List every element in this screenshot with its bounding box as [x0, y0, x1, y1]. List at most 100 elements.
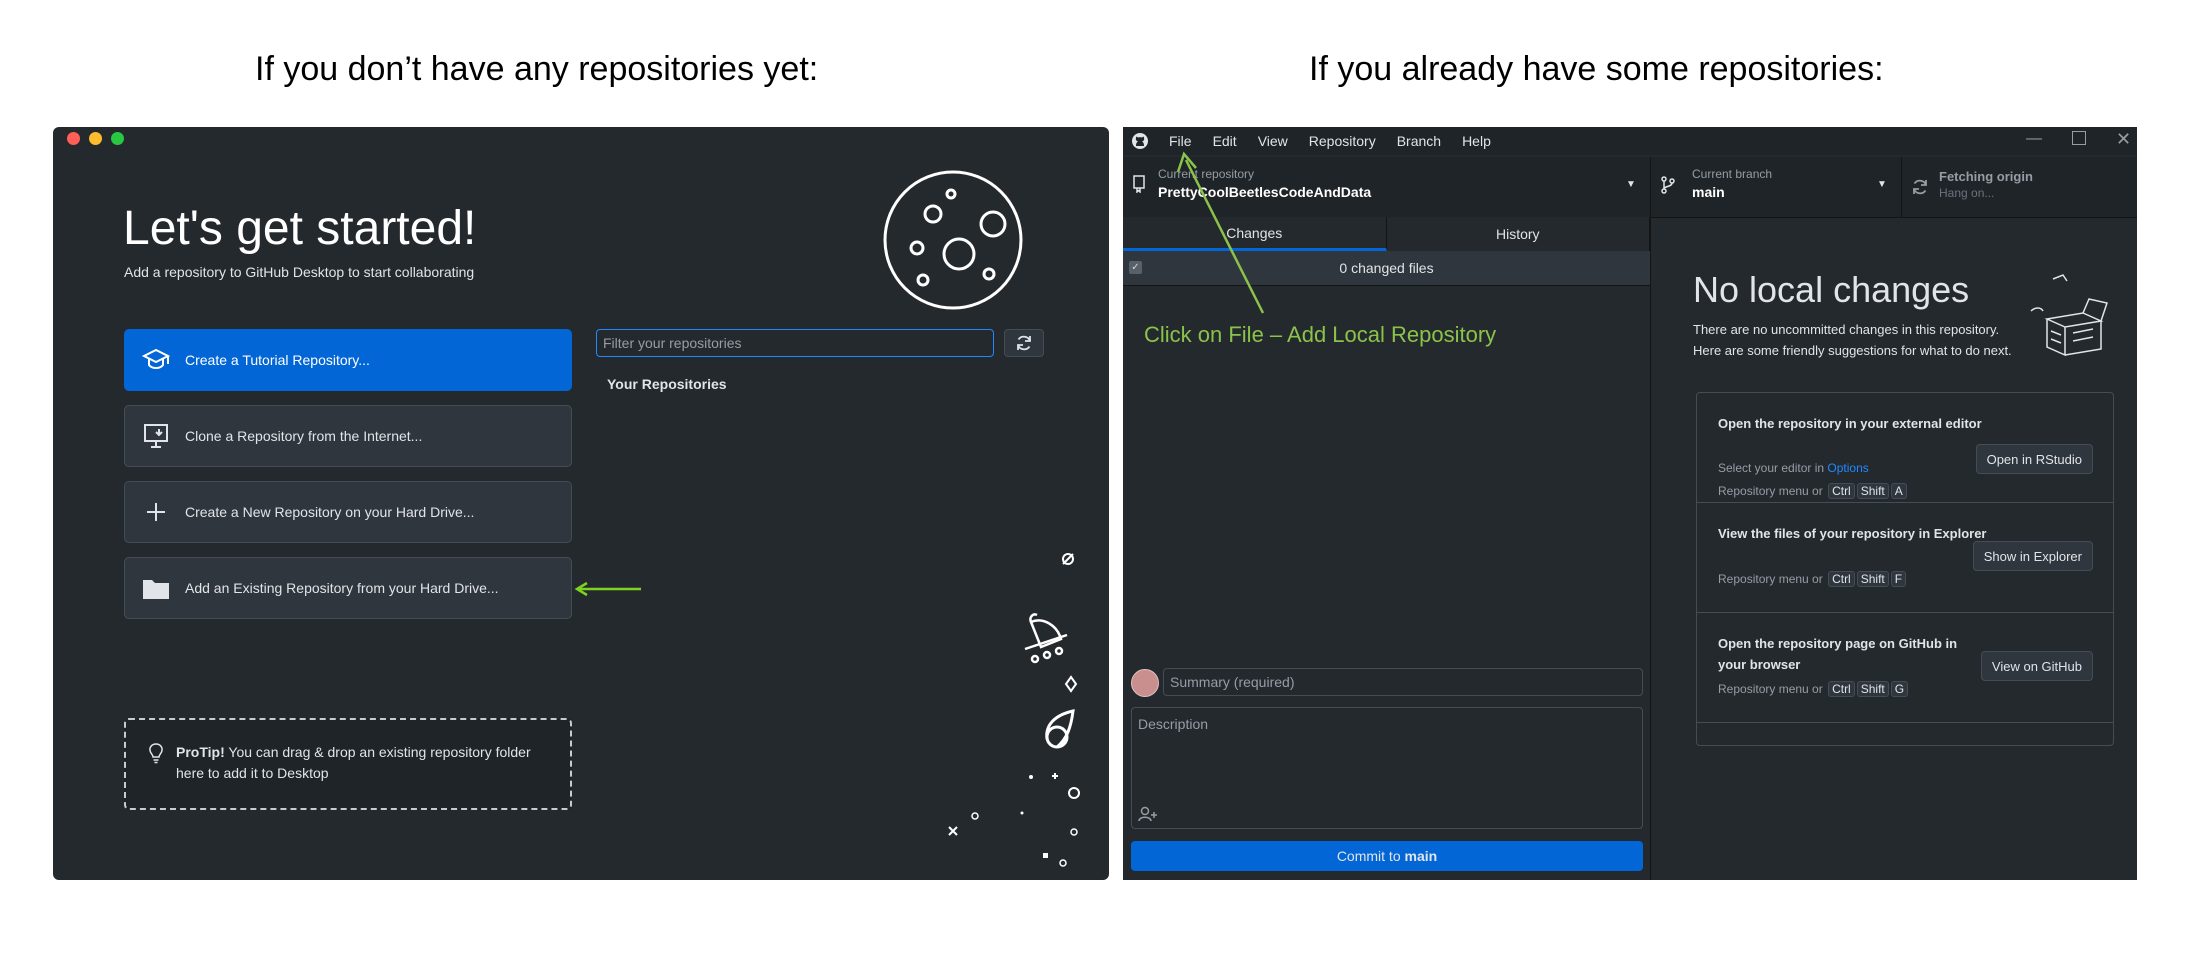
clone-repository-button[interactable]: Clone a Repository from the Internet...	[124, 405, 572, 467]
suggestion-open-editor: Open the repository in your external edi…	[1697, 393, 2113, 503]
mortarboard-icon	[139, 343, 173, 377]
no-changes-line1: There are no uncommitted changes in this…	[1693, 322, 2000, 337]
folder-icon	[139, 571, 173, 605]
menu-file[interactable]: File	[1169, 133, 1192, 149]
minimize-icon[interactable]: —	[2026, 130, 2042, 148]
suggestions-panel: Open the repository in your external edi…	[1696, 392, 2114, 746]
create-tutorial-repository-button[interactable]: Create a Tutorial Repository...	[124, 329, 572, 391]
close-window-button[interactable]	[67, 132, 80, 145]
suggestion-shortcut: Repository menu or Ctrl Shift A	[1718, 483, 1907, 499]
page-subtitle: Add a repository to GitHub Desktop to st…	[124, 264, 475, 280]
show-in-explorer-button[interactable]: Show in Explorer	[1972, 541, 2093, 571]
empty-box-illustration	[2030, 274, 2108, 357]
suggestion-title: Open the repository page on GitHub in yo…	[1718, 636, 1958, 672]
suggestion-title: Open the repository in your external edi…	[1718, 416, 1982, 431]
kbd-key: Shift	[1856, 681, 1889, 697]
maximize-icon[interactable]	[2072, 131, 2086, 145]
your-repositories-heading: Your Repositories	[607, 376, 727, 392]
options-prefix: Select your editor in	[1718, 461, 1828, 475]
page-title: Let's get started!	[123, 202, 477, 255]
menu-edit[interactable]: Edit	[1213, 133, 1237, 149]
minimize-window-button[interactable]	[89, 132, 102, 145]
suggestion-options-line: Select your editor in Options	[1718, 461, 1869, 475]
protip-bold: ProTip!	[176, 744, 225, 760]
caret-down-icon: ▼	[1877, 179, 1887, 190]
view-on-github-button[interactable]: View on GitHub	[1980, 651, 2093, 681]
no-local-changes-title: No local changes	[1693, 269, 1970, 310]
commit-branch: main	[1404, 848, 1438, 864]
kbd-key: G	[1890, 681, 1909, 697]
description-input[interactable]: Description	[1131, 707, 1643, 829]
current-branch-dropdown[interactable]: Current branch main ▼	[1651, 157, 1902, 217]
suggestion-title: View the files of your repository in Exp…	[1718, 526, 1987, 541]
menu-bar: File Edit View Repository Branch Help — …	[1123, 127, 2137, 155]
space-decorations	[948, 553, 1080, 867]
fetch-sub: Hang on...	[1939, 186, 1995, 200]
description-placeholder: Description	[1138, 716, 1209, 732]
create-new-repository-label: Create a New Repository on your Hard Dri…	[185, 504, 475, 520]
annotation-text: Click on File – Add Local Repository	[1144, 322, 1497, 347]
kbd-key: A	[1890, 483, 1907, 499]
moon-illustration	[883, 170, 1023, 310]
left-heading: If you don’t have any repositories yet:	[255, 50, 819, 88]
sync-icon	[1913, 179, 1927, 195]
create-tutorial-label: Create a Tutorial Repository...	[185, 352, 370, 368]
refresh-icon	[1017, 335, 1031, 351]
suggestion-show-explorer: View the files of your repository in Exp…	[1697, 503, 2113, 613]
toolbar: Current repository PrettyCoolBeetlesCode…	[1123, 157, 2137, 218]
right-heading: If you already have some repositories:	[1309, 50, 1884, 88]
repo-icon	[1133, 175, 1145, 193]
filter-repositories-input[interactable]: Filter your repositories	[596, 329, 994, 357]
arrow-up-annotation	[1176, 151, 1265, 314]
github-logo-icon	[1132, 133, 1148, 149]
no-local-changes-text: There are no uncommitted changes in this…	[1693, 319, 2053, 361]
caret-down-icon: ▼	[1626, 179, 1636, 190]
kbd-key: Ctrl	[1828, 483, 1855, 499]
menu-branch[interactable]: Branch	[1397, 133, 1441, 149]
clone-repository-label: Clone a Repository from the Internet...	[185, 428, 423, 444]
options-link[interactable]: Options	[1827, 461, 1868, 475]
fetch-label: Fetching origin	[1939, 169, 2033, 184]
suggestion-view-github: Open the repository page on GitHub in yo…	[1697, 613, 2113, 723]
open-in-rstudio-button[interactable]: Open in RStudio	[1975, 444, 2093, 474]
commit-prefix: Commit to	[1336, 848, 1405, 864]
changed-files-count: 0 changed files	[1339, 260, 1434, 276]
menu-view[interactable]: View	[1258, 133, 1288, 149]
light-bulb-icon	[149, 743, 163, 764]
desktop-download-icon	[139, 419, 173, 453]
current-branch-value: main	[1692, 184, 1725, 200]
protip-box: ProTip! You can drag & drop an existing …	[124, 718, 572, 810]
add-existing-repository-label: Add an Existing Repository from your Har…	[185, 580, 499, 596]
refresh-button[interactable]	[1004, 329, 1044, 357]
menu-prefix: Repository menu or	[1718, 572, 1823, 586]
github-desktop-window: File Edit View Repository Branch Help — …	[1123, 127, 2137, 880]
plus-icon	[139, 495, 173, 529]
summary-input[interactable]: Summary (required)	[1163, 668, 1643, 696]
welcome-window: Let's get started! Add a repository to G…	[53, 127, 1109, 880]
no-changes-line2: Here are some friendly suggestions for w…	[1693, 343, 2012, 358]
menu-repository[interactable]: Repository	[1309, 133, 1376, 149]
tab-history[interactable]: History	[1387, 217, 1650, 251]
create-new-repository-button[interactable]: Create a New Repository on your Hard Dri…	[124, 481, 572, 543]
add-existing-repository-button[interactable]: Add an Existing Repository from your Har…	[124, 557, 572, 619]
suggestion-shortcut: Repository menu or Ctrl Shift F	[1718, 571, 1907, 587]
arrow-left-annotation	[574, 581, 641, 597]
maximize-window-button[interactable]	[111, 132, 124, 145]
suggestion-shortcut: Repository menu or Ctrl Shift G	[1718, 681, 1909, 697]
current-branch-label: Current branch	[1692, 167, 1773, 181]
kbd-key: Shift	[1856, 483, 1889, 499]
menu-prefix: Repository menu or	[1718, 682, 1823, 696]
fetch-origin-button[interactable]: Fetching origin Hang on...	[1902, 157, 2137, 217]
kbd-key: F	[1890, 571, 1907, 587]
commit-button[interactable]: Commit to main	[1131, 841, 1643, 871]
add-coauthor-icon[interactable]	[1138, 806, 1158, 822]
menu-prefix: Repository menu or	[1718, 484, 1823, 498]
kbd-key: Ctrl	[1828, 681, 1855, 697]
kbd-key: Ctrl	[1828, 571, 1855, 587]
select-all-checkbox[interactable]: ✓	[1129, 261, 1142, 274]
protip-text: You can drag & drop an existing reposito…	[176, 744, 531, 781]
close-icon[interactable]: ✕	[2116, 129, 2131, 150]
avatar	[1131, 669, 1159, 697]
branch-icon	[1661, 176, 1675, 194]
menu-help[interactable]: Help	[1462, 133, 1491, 149]
